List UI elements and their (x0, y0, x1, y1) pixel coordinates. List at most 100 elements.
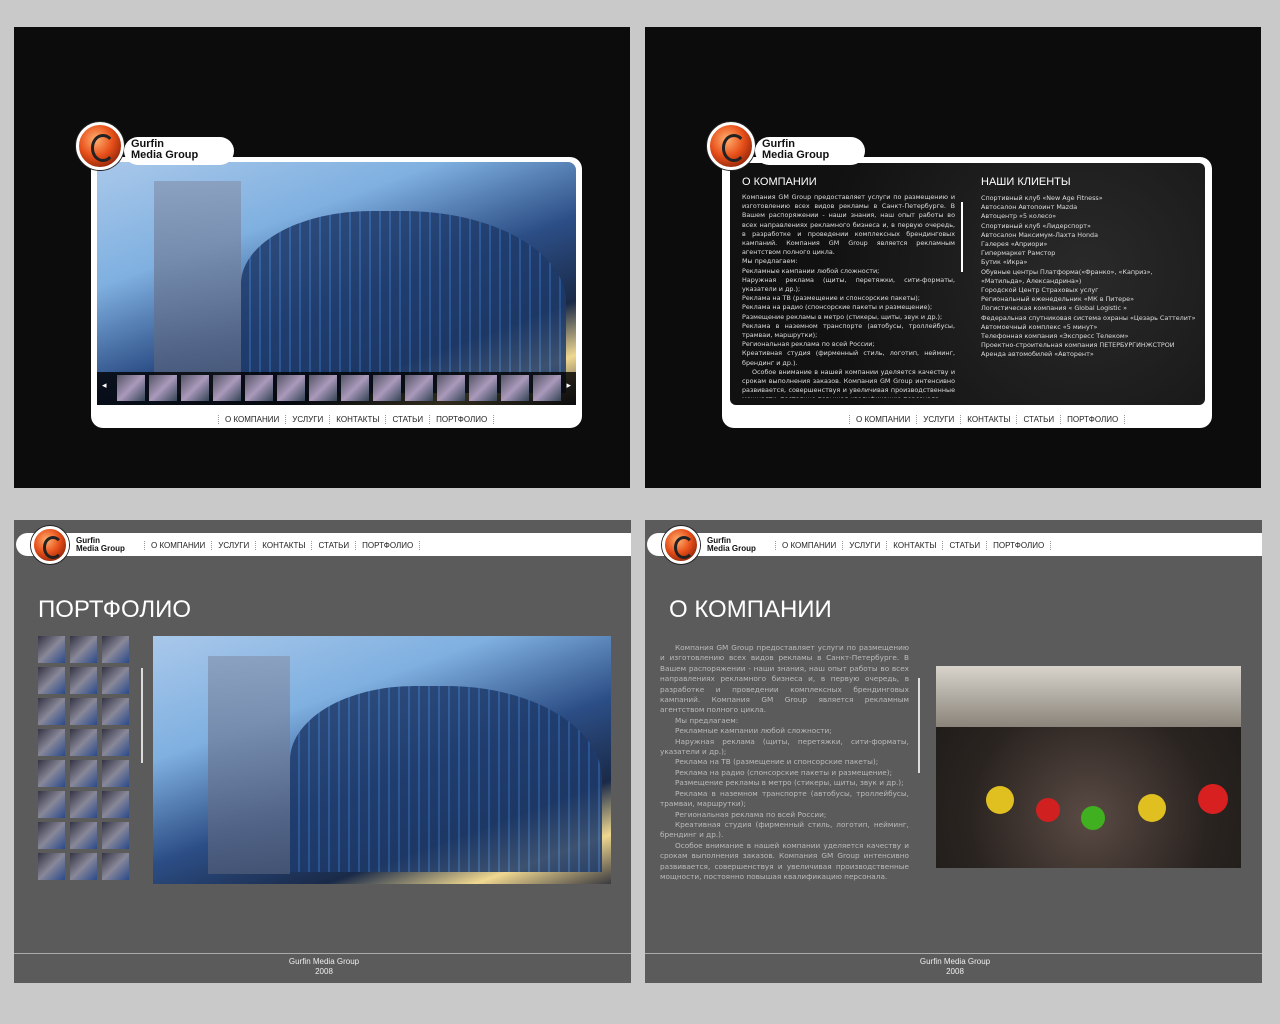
portfolio-thumbnail[interactable] (102, 729, 129, 756)
client-item: Спортивный клуб «Лидерспорт» (981, 221, 1091, 230)
nav-contacts[interactable]: КОНТАКТЫ (886, 541, 942, 550)
nav-contacts[interactable]: КОНТАКТЫ (255, 541, 311, 550)
prev-arrow-icon[interactable]: ◂ (102, 381, 107, 391)
client-item: Телефонная компания «Экспресс Телеком» (981, 332, 1129, 341)
logo-icon (662, 526, 700, 564)
team-photo (936, 666, 1241, 868)
portfolio-thumbnail[interactable] (70, 667, 97, 694)
portfolio-thumbnail[interactable] (70, 636, 97, 663)
smiley-icon (1036, 798, 1060, 822)
client-item: Федеральная спутниковая система охраны «… (981, 313, 1196, 322)
client-item: Региональный еженедельник «МК в Питере» (981, 295, 1135, 304)
page-title: ПОРТФОЛИО (38, 596, 192, 623)
client-item: Логистическая компания « Global Logistic… (981, 304, 1127, 313)
portfolio-thumbnail[interactable] (102, 667, 129, 694)
client-item: Автосалон Максимум-Лахта Honda (981, 230, 1099, 239)
client-item: Автоцентр «5 колесо» (981, 212, 1057, 221)
nav-articles[interactable]: СТАТЬИ (942, 541, 986, 550)
client-item: Обувные центры Платформа(«Франко», «Капр… (981, 267, 1153, 285)
logo-text: Gurfin Media Group (131, 138, 199, 161)
nav-articles[interactable]: СТАТЬИ (385, 415, 429, 424)
nav-portfolio[interactable]: ПОРТФОЛИО (355, 541, 421, 550)
portfolio-thumbnail[interactable] (38, 791, 65, 818)
nav-portfolio[interactable]: ПОРТФОЛИО (429, 415, 495, 424)
building-photo (97, 162, 576, 405)
clients-list: Спортивный клуб «New Age Fitness» Автосал… (981, 194, 1196, 360)
portfolio-thumbnail[interactable] (102, 698, 129, 725)
about-text: Компания GM Group предоставляет услуги п… (742, 193, 955, 398)
main-nav: О КОМПАНИИ УСЛУГИ КОНТАКТЫ СТАТЬИ ПОРТФОЛИО (144, 541, 421, 550)
nav-articles[interactable]: СТАТЬИ (311, 541, 355, 550)
portfolio-thumbnail[interactable] (38, 636, 65, 663)
mockup-home: ◂ ▸ Gurfin Media Group О КОМПАНИИ УСЛУГИ КО… (14, 27, 630, 488)
client-item: Проектно-строительная компания ПЕТЕРБУРГ… (981, 341, 1175, 350)
footer: Gurfin Media Group 2008 (288, 957, 360, 976)
client-item: Спортивный клуб «New Age Fitness» (981, 194, 1103, 202)
scrollbar[interactable] (918, 678, 920, 773)
mockup-about: Gurfin Media Group О КОМПАНИИ УСЛУГИ КОНТАК… (645, 520, 1262, 983)
client-item: Автомоечный комплекс «5 минут» (981, 322, 1098, 331)
logo-text: Gurfin Media Group (762, 138, 830, 161)
portfolio-thumbnail[interactable] (102, 791, 129, 818)
clients-heading: НАШИ КЛИЕНТЫ (981, 176, 1071, 188)
client-item: Городской Центр Страховых услуг (981, 286, 1099, 295)
portfolio-thumbnail[interactable] (70, 853, 97, 880)
portfolio-thumbnail[interactable] (70, 822, 97, 849)
client-item: Галерея «Априори» (981, 240, 1048, 249)
nav-services[interactable]: УСЛУГИ (916, 415, 960, 424)
portfolio-thumbnail[interactable] (70, 729, 97, 756)
nav-contacts[interactable]: КОНТАКТЫ (329, 415, 385, 424)
portfolio-thumbnail[interactable] (102, 822, 129, 849)
page-title: О КОМПАНИИ (669, 596, 832, 623)
nav-about[interactable]: О КОМПАНИИ (849, 415, 916, 424)
about-heading: О КОМПАНИИ (742, 176, 817, 188)
mockup-portfolio: Gurfin Media Group О КОМПАНИИ УСЛУГИ КОНТАК… (14, 520, 631, 983)
portfolio-thumbnail[interactable] (38, 698, 65, 725)
nav-about[interactable]: О КОМПАНИИ (775, 541, 842, 550)
scrollbar[interactable] (141, 668, 143, 763)
scrollbar[interactable] (961, 202, 963, 272)
main-nav: О КОМПАНИИ УСЛУГИ КОНТАКТЫ СТАТЬИ ПОРТФОЛИО (218, 415, 495, 424)
nav-contacts[interactable]: КОНТАКТЫ (960, 415, 1016, 424)
footer-divider (14, 953, 631, 954)
portfolio-photo (153, 636, 611, 884)
smiley-icon (1198, 784, 1228, 814)
client-item: Автосалон Автопоинт Mazda (981, 203, 1078, 212)
client-item: Аренда автомобилей «Авторент» (981, 350, 1094, 359)
portfolio-thumbnail[interactable] (38, 853, 65, 880)
smiley-icon (1138, 794, 1166, 822)
portfolio-thumbnail[interactable] (70, 698, 97, 725)
mockup-about-clients: О КОМПАНИИ Компания GM Group предоставля… (645, 27, 1261, 488)
footer: Gurfin Media Group 2008 (919, 957, 991, 976)
nav-articles[interactable]: СТАТЬИ (1016, 415, 1060, 424)
nav-portfolio[interactable]: ПОРТФОЛИО (1060, 415, 1126, 424)
nav-services[interactable]: УСЛУГИ (285, 415, 329, 424)
portfolio-thumbnail[interactable] (70, 760, 97, 787)
portfolio-thumbnail[interactable] (38, 760, 65, 787)
portfolio-thumbnail[interactable] (38, 822, 65, 849)
portfolio-thumbnail[interactable] (102, 636, 129, 663)
nav-portfolio[interactable]: ПОРТФОЛИО (986, 541, 1052, 550)
about-text: Компания GM Group предоставляет услуги п… (660, 643, 909, 881)
logo-icon (707, 122, 755, 170)
nav-about[interactable]: О КОМПАНИИ (144, 541, 211, 550)
logo-text: Gurfin Media Group (707, 536, 756, 553)
smiley-icon (1081, 806, 1105, 830)
nav-services[interactable]: УСЛУГИ (842, 541, 886, 550)
portfolio-thumbnail[interactable] (38, 667, 65, 694)
main-nav: О КОМПАНИИ УСЛУГИ КОНТАКТЫ СТАТЬИ ПОРТФОЛИО (775, 541, 1052, 550)
nav-about[interactable]: О КОМПАНИИ (218, 415, 285, 424)
next-arrow-icon[interactable]: ▸ (566, 381, 571, 391)
portfolio-thumbnail[interactable] (38, 729, 65, 756)
portfolio-thumbnail[interactable] (70, 791, 97, 818)
logo-icon (76, 122, 124, 170)
portfolio-thumbnail[interactable] (102, 853, 129, 880)
client-item: Гипермаркет Рамстор (981, 249, 1056, 258)
logo-text: Gurfin Media Group (76, 536, 125, 553)
logo-icon (31, 526, 69, 564)
portfolio-thumbnail[interactable] (102, 760, 129, 787)
smiley-icon (986, 786, 1014, 814)
nav-services[interactable]: УСЛУГИ (211, 541, 255, 550)
client-item: Бутик «Икра» (981, 258, 1028, 267)
main-nav: О КОМПАНИИ УСЛУГИ КОНТАКТЫ СТАТЬИ ПОРТФОЛИО (849, 415, 1126, 424)
